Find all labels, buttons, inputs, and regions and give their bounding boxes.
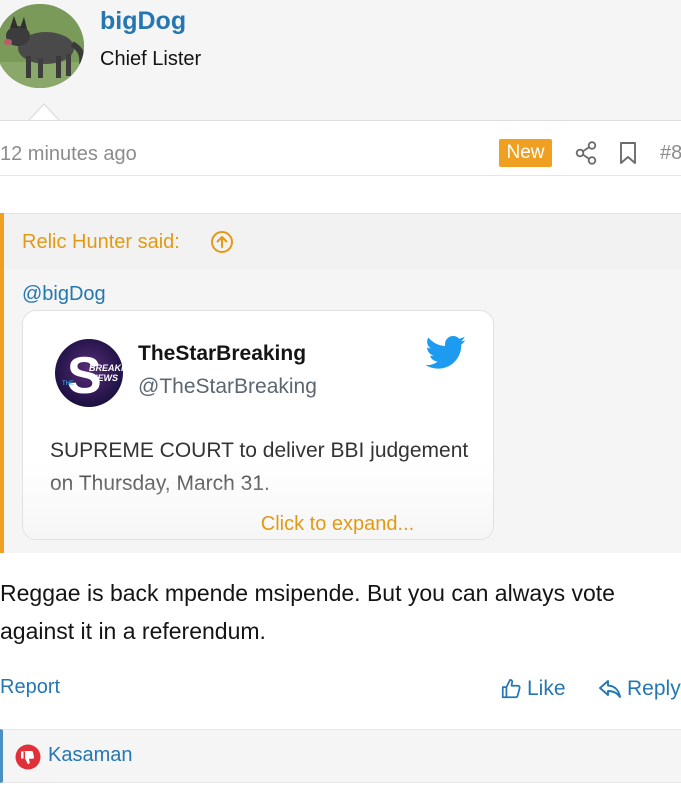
arrow-up-circle-icon[interactable] xyxy=(210,230,234,254)
tweet-author-handle[interactable]: @TheStarBreaking xyxy=(138,375,317,399)
quote-block: Relic Hunter said: @bigDog S BREAKING NE… xyxy=(0,213,681,553)
quote-author[interactable]: Relic Hunter said: xyxy=(22,231,180,254)
reactions-bar[interactable]: Kasaman xyxy=(0,729,681,783)
user-header: bigDog Chief Lister xyxy=(0,0,681,120)
reply-button[interactable]: Reply xyxy=(598,675,681,703)
reply-label: Reply xyxy=(627,677,681,700)
avatar[interactable] xyxy=(0,4,84,88)
username[interactable]: bigDog xyxy=(100,7,186,36)
tweet-author-name[interactable]: TheStarBreaking xyxy=(138,342,306,366)
svg-text:NEWS: NEWS xyxy=(91,373,118,383)
thumbs-up-icon xyxy=(501,678,521,699)
svg-text:BREAKING: BREAKING xyxy=(89,363,123,373)
svg-text:THE: THE xyxy=(62,381,74,387)
reaction-username[interactable]: Kasaman xyxy=(48,744,133,767)
user-mention[interactable]: @bigDog xyxy=(22,283,106,306)
new-badge: New xyxy=(499,139,552,167)
post-body-text: Reggae is back mpende msipende. But you … xyxy=(0,580,615,644)
report-link[interactable]: Report xyxy=(0,676,60,699)
like-button[interactable]: Like xyxy=(500,675,566,703)
user-title: Chief Lister xyxy=(100,48,202,70)
tweet-avatar[interactable]: S BREAKING NEWS THE xyxy=(55,339,123,407)
reply-arrow-icon xyxy=(599,680,621,698)
like-label: Like xyxy=(527,677,566,700)
bookmark-icon[interactable] xyxy=(618,141,638,165)
tweet-embed[interactable]: S BREAKING NEWS THE TheStarBreaking @The… xyxy=(22,310,494,540)
dislike-reaction-icon xyxy=(15,744,41,770)
message-attribution: 12 minutes ago New #8 xyxy=(0,120,681,176)
share-icon[interactable] xyxy=(575,141,597,165)
quote-header: Relic Hunter said: xyxy=(4,213,681,270)
wolf-dog-image xyxy=(0,4,84,88)
click-to-expand-link[interactable]: Click to expand... xyxy=(4,513,681,536)
post-number[interactable]: #8 xyxy=(660,142,681,165)
post-timestamp[interactable]: 12 minutes ago xyxy=(0,143,137,166)
message-arrow-inner xyxy=(29,105,59,121)
twitter-bird-icon[interactable] xyxy=(425,336,467,370)
